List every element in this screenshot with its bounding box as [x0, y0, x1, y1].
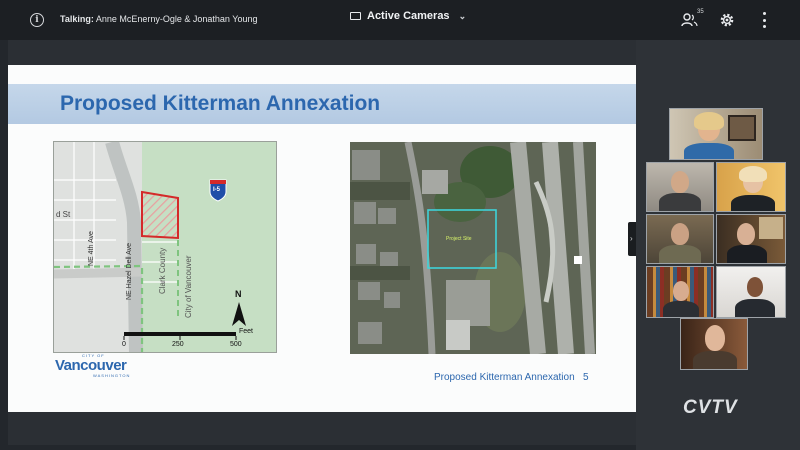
participant-tile[interactable]: [716, 214, 786, 264]
slide-title: Proposed Kitterman Annexation: [60, 92, 381, 115]
scale-tick-500: 500: [230, 341, 242, 348]
gear-icon[interactable]: [718, 11, 736, 29]
participant-tile[interactable]: [646, 214, 714, 264]
slide-footer-title: Proposed Kitterman Annexation: [434, 372, 575, 383]
map-street-4th: NE 4th Ave: [88, 231, 95, 266]
view-mode-label: Active Cameras: [367, 10, 450, 22]
city-logo: CITY OF Vancouver WASHINGTON: [55, 353, 135, 389]
map-city-vancouver: City of Vancouver: [184, 255, 193, 318]
info-icon[interactable]: i: [30, 13, 44, 27]
participant-tile[interactable]: [716, 266, 786, 318]
annexation-map: d St NE 4th Ave NE Hazel Dell Ave Clark …: [53, 141, 277, 353]
participant-tile[interactable]: [716, 162, 786, 212]
top-bar: i Talking: Anne McEnerny-Ogle & Jonathan…: [0, 0, 800, 40]
talking-label: Talking:: [60, 14, 94, 24]
cvtv-watermark: CVTV: [683, 397, 738, 418]
north-arrow-icon: [232, 302, 246, 326]
map-clark-county: Clark County: [158, 247, 167, 294]
participant-tile[interactable]: [646, 266, 714, 318]
shared-slide: Proposed Kitterman Annexation d St NE 4t…: [8, 65, 636, 412]
chevron-right-icon: ›: [630, 234, 633, 243]
participants-count: 35: [697, 9, 704, 15]
scale-unit: Feet: [239, 328, 254, 335]
map-street-st: d St: [56, 210, 71, 219]
project-site-label: Project Site: [446, 236, 472, 242]
map-street-hazel: NE Hazel Dell Ave: [126, 242, 133, 300]
collapse-panel-button[interactable]: ›: [628, 222, 636, 256]
slide-page-number: 5: [583, 372, 589, 383]
logo-sub: WASHINGTON: [93, 373, 131, 378]
talking-indicator: Talking: Anne McEnerny-Ogle & Jonathan Y…: [60, 14, 257, 24]
participant-tile[interactable]: [680, 318, 748, 370]
scale-tick-250: 250: [172, 341, 184, 348]
scale-tick-0: 0: [122, 341, 126, 348]
north-label: N: [235, 289, 242, 299]
participants-button[interactable]: 35: [681, 9, 705, 28]
participant-tile[interactable]: [646, 162, 714, 212]
talking-names: Anne McEnerny-Ogle & Jonathan Young: [95, 14, 258, 24]
view-mode-select[interactable]: Active Cameras ⌄: [350, 10, 466, 22]
chevron-down-icon: ⌄: [458, 10, 467, 21]
aerial-features: [350, 142, 596, 354]
participant-tile[interactable]: [669, 108, 763, 160]
presentation-stage: Proposed Kitterman Annexation d St NE 4t…: [8, 40, 636, 445]
interstate-label: I-5: [213, 187, 221, 193]
camera-view-icon: [350, 12, 361, 20]
logo-name: Vancouver: [55, 357, 127, 374]
slide-footer: Proposed Kitterman Annexation 5: [434, 372, 589, 383]
more-vertical-icon[interactable]: [760, 12, 768, 28]
meeting-window: i Talking: Anne McEnerny-Ogle & Jonathan…: [0, 0, 800, 450]
aerial-photo: Project Site: [350, 142, 596, 354]
